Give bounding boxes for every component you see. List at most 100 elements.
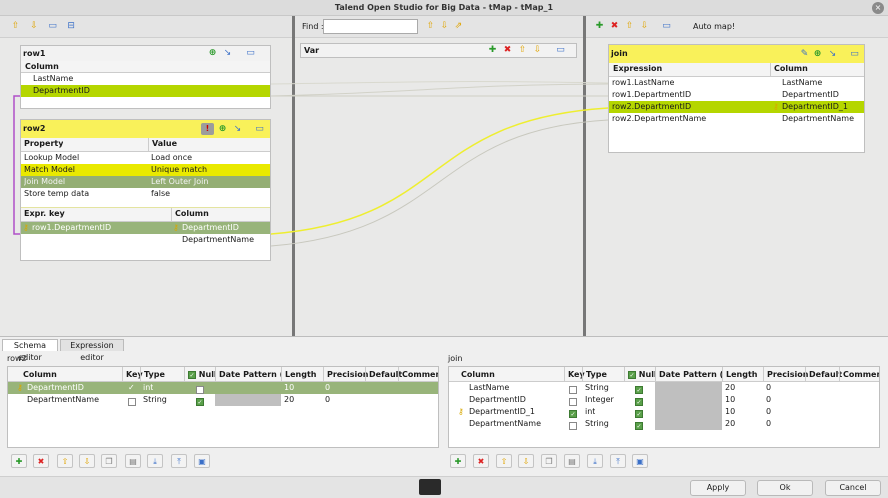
schema-left-row[interactable]: DepartmentName String ✓ 20 0	[8, 394, 438, 406]
nullable-checkbox[interactable]: ✓	[635, 408, 643, 418]
move-up-button[interactable]: ⇧	[57, 454, 73, 468]
expand-icon[interactable]: ⊟	[66, 21, 77, 32]
join-header: join ✎ ⊕ ↘ ▭	[609, 45, 864, 63]
export-button[interactable]: ⤒	[171, 454, 187, 468]
minimize-icon[interactable]: ▭	[245, 48, 256, 59]
join-row[interactable]: row1.DepartmentID DepartmentID	[609, 89, 864, 101]
close-icon[interactable]: ×	[872, 2, 884, 14]
remove-output-icon[interactable]: ✖	[609, 21, 620, 32]
row2-expr-header: Expr. key Column	[21, 208, 270, 222]
tab-schema-editor[interactable]: Schema editor	[2, 339, 58, 362]
save-icon[interactable]: ▣	[632, 454, 648, 468]
minimize-icon[interactable]: ▭	[254, 124, 265, 135]
tab-expression-editor[interactable]: Expression editor	[60, 339, 124, 362]
add-column-button[interactable]: ✚	[11, 454, 27, 468]
minimize-icon[interactable]: ▭	[555, 45, 566, 56]
move-up-icon[interactable]: ⇧	[10, 21, 21, 32]
key-checkbox[interactable]	[128, 396, 136, 406]
move-up-button[interactable]: ⇧	[496, 454, 512, 468]
add-column-button[interactable]: ✚	[450, 454, 466, 468]
remove-var-icon[interactable]: ✖	[502, 45, 513, 56]
expr-row-departmentid[interactable]: ⚷ row1.DepartmentID ⚷ DepartmentID	[21, 222, 270, 234]
join-row[interactable]: row2.DepartmentName DepartmentName	[609, 113, 864, 125]
key-checkbox[interactable]	[569, 420, 577, 430]
key-checkbox[interactable]: ✓	[128, 382, 135, 394]
add-var-icon[interactable]: ✚	[487, 45, 498, 56]
filter-icon[interactable]: ↘	[222, 48, 233, 59]
minimize-icon[interactable]: ▭	[849, 49, 860, 60]
copy-button[interactable]: ❐	[101, 454, 117, 468]
schema-right-row[interactable]: LastName String ✓ 20 0	[449, 382, 879, 394]
join-row[interactable]: row1.LastName LastName	[609, 77, 864, 89]
key-checkbox[interactable]	[569, 396, 577, 406]
key-icon: ⚷	[17, 383, 23, 392]
import-button[interactable]: ⤓	[587, 454, 603, 468]
add-filter-icon[interactable]: ⊕	[207, 48, 218, 59]
filter-icon[interactable]: ↘	[232, 124, 243, 135]
nullable-checkbox[interactable]: ✓	[635, 420, 643, 430]
join-row[interactable]: row2.DepartmentID ⚷ DepartmentID_1	[609, 101, 864, 113]
move-up-icon[interactable]: ⇧	[624, 21, 635, 32]
expr-row-departmentname[interactable]: DepartmentName	[21, 234, 270, 246]
add-output-icon[interactable]: ✚	[594, 21, 605, 32]
row1-col-departmentid[interactable]: DepartmentID	[21, 85, 270, 97]
cell-type: String	[585, 383, 609, 392]
schema-right-row[interactable]: ⚷ DepartmentID_1 ✓ int ✓ 10 0	[449, 406, 879, 418]
hdr-nullable-label: Nulla	[198, 370, 216, 379]
move-down-icon[interactable]: ⇩	[439, 21, 450, 32]
add-filter-icon[interactable]: ⊕	[217, 124, 228, 135]
minimize-icon[interactable]: ▭	[661, 21, 672, 32]
remove-column-button[interactable]: ✖	[33, 454, 49, 468]
prop-header-value: Value	[148, 138, 177, 151]
cell-precision: 0	[766, 407, 772, 416]
nullable-checkbox[interactable]: ✓	[196, 396, 204, 406]
remove-column-button[interactable]: ✖	[473, 454, 489, 468]
prop-join-model[interactable]: Join Model Left Outer Join	[21, 176, 270, 188]
automap-button[interactable]: Auto map!	[693, 22, 735, 31]
join-header-expression: Expression	[613, 64, 663, 73]
copy-button[interactable]: ❐	[541, 454, 557, 468]
move-down-button[interactable]: ⇩	[79, 454, 95, 468]
hdr-precision: Precision	[323, 367, 368, 381]
nullable-checkbox[interactable]: ✓	[635, 396, 643, 406]
move-down-icon[interactable]: ⇩	[29, 21, 40, 32]
move-down-icon[interactable]: ⇩	[532, 45, 543, 56]
key-checkbox[interactable]	[569, 384, 577, 394]
ok-button[interactable]: Ok	[757, 480, 813, 496]
expr-header-key: Expr. key	[24, 209, 65, 218]
move-up-icon[interactable]: ⇧	[425, 21, 436, 32]
cancel-button[interactable]: Cancel	[825, 480, 881, 496]
paste-button[interactable]: ▤	[125, 454, 141, 468]
cell-type: int	[585, 407, 596, 416]
move-down-icon[interactable]: ⇩	[639, 21, 650, 32]
schema-left-header: Column Key Type ✓ Nulla Date Pattern (Ct…	[8, 367, 438, 382]
cell-column: DepartmentID	[27, 383, 84, 392]
add-filter-icon[interactable]: ⊕	[812, 49, 823, 60]
nullable-checkbox[interactable]	[196, 384, 204, 394]
paste-button[interactable]: ▤	[564, 454, 580, 468]
key-checkbox[interactable]: ✓	[569, 408, 577, 418]
prop-lookup-model[interactable]: Lookup Model Load once	[21, 152, 270, 164]
move-down-button[interactable]: ⇩	[518, 454, 534, 468]
schema-left-row[interactable]: ⚷ DepartmentID ✓ int 10 0	[8, 382, 438, 394]
import-button[interactable]: ⤓	[147, 454, 163, 468]
move-up-icon[interactable]: ⇧	[517, 45, 528, 56]
var-title: Var	[304, 46, 320, 55]
prop-match-model[interactable]: Match Model Unique match	[21, 164, 270, 176]
export-button[interactable]: ⤒	[610, 454, 626, 468]
apply-button[interactable]: Apply	[690, 480, 746, 496]
prop-store-temp-data[interactable]: Store temp data false	[21, 188, 270, 200]
edit-icon[interactable]: ✎	[799, 49, 810, 60]
match-icon[interactable]: ⇗	[453, 21, 464, 32]
save-icon[interactable]: ▣	[194, 454, 210, 468]
nullable-checkbox[interactable]: ✓	[635, 384, 643, 394]
find-input[interactable]	[323, 19, 418, 34]
minimize-icon[interactable]: ▭	[47, 21, 58, 32]
schema-right-row[interactable]: DepartmentName String ✓ 20 0	[449, 418, 879, 430]
schema-right-row[interactable]: DepartmentID Integer ✓ 10 0	[449, 394, 879, 406]
settings-icon[interactable]: !	[201, 123, 214, 135]
row1-col-lastname[interactable]: LastName	[21, 73, 270, 85]
row1-header: row1 ⊕ ↘ ▭	[21, 46, 270, 61]
input-toolbar: ⇧ ⇩ ▭ ⊟	[0, 16, 292, 38]
filter-icon[interactable]: ↘	[827, 49, 838, 60]
